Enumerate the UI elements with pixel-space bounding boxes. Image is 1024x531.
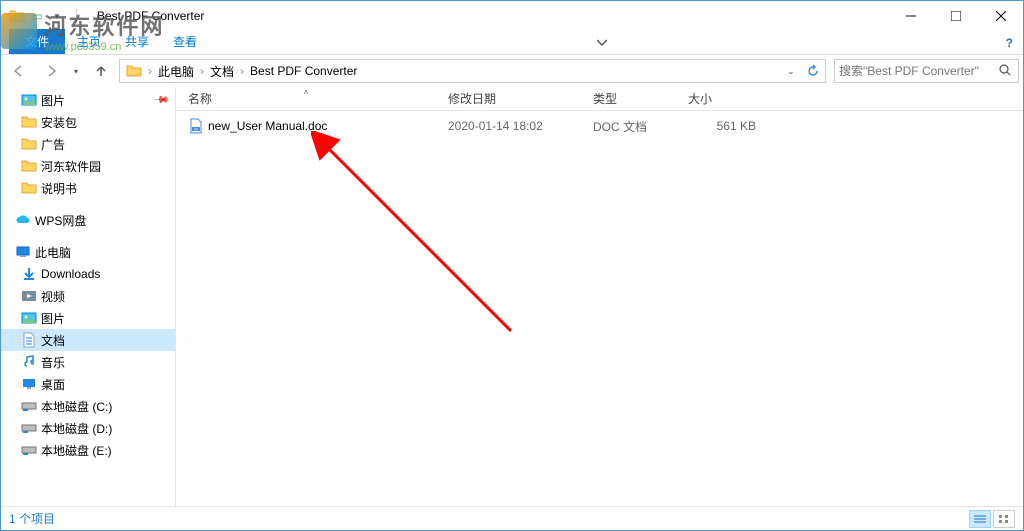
sidebar-item-downloads[interactable]: Downloads [1, 263, 175, 285]
sidebar-item-disk-d[interactable]: 本地磁盘 (D:) [1, 417, 175, 439]
breadcrumb-docs[interactable]: 文档 [206, 60, 238, 82]
documents-icon [21, 332, 37, 348]
folder-icon [21, 180, 37, 196]
sidebar-item-documents[interactable]: 文档 [1, 329, 175, 351]
quick-access-toolbar: ▭ ▼ │ Best PDF Converter [1, 8, 204, 24]
folder-icon [21, 136, 37, 152]
file-row[interactable]: W new_User Manual.doc 2020-01-14 18:02 D… [176, 115, 1023, 137]
doc-file-icon: W [188, 118, 204, 134]
item-count: 1 个项目 [9, 510, 55, 527]
window-controls [888, 1, 1023, 31]
downloads-icon [21, 266, 37, 282]
sort-indicator-icon: ˄ [304, 88, 309, 97]
main-area: 图片 📌 安装包 广告 河东软件园 说明书 WPS网盘 此电脑 [1, 87, 1023, 506]
search-input[interactable] [839, 64, 998, 78]
sidebar-item-pics2[interactable]: 图片 [1, 307, 175, 329]
pictures-icon [21, 92, 37, 108]
file-list[interactable]: W new_User Manual.doc 2020-01-14 18:02 D… [176, 111, 1023, 506]
sidebar-item-thispc[interactable]: 此电脑 [1, 241, 175, 263]
cloud-icon [15, 212, 31, 228]
status-bar: 1 个项目 [1, 506, 1023, 530]
navigation-bar: ▾ › 此电脑 › 文档 › Best PDF Converter ⌄ [1, 55, 1023, 87]
file-list-pane: 名称 ˄ 修改日期 类型 大小 W new_User Manual.doc 20… [176, 87, 1023, 506]
folder-icon [21, 158, 37, 174]
ribbon-tabs: 文件 主页 共享 查看 ? [1, 31, 1023, 55]
file-date: 2020-01-14 18:02 [436, 119, 581, 133]
chevron-right-icon[interactable]: › [146, 64, 154, 78]
svg-text:W: W [194, 127, 198, 132]
file-name: new_User Manual.doc [208, 119, 327, 133]
address-bar[interactable]: › 此电脑 › 文档 › Best PDF Converter ⌄ [119, 59, 826, 83]
pictures-icon [21, 310, 37, 326]
back-button[interactable] [5, 59, 33, 83]
close-button[interactable] [978, 1, 1023, 31]
sidebar-item-disk-c[interactable]: 本地磁盘 (C:) [1, 395, 175, 417]
tab-file[interactable]: 文件 [9, 29, 65, 54]
details-view-button[interactable] [969, 510, 991, 528]
sidebar-item-hedong[interactable]: 河东软件园 [1, 155, 175, 177]
recent-dropdown-icon[interactable]: ▾ [69, 59, 83, 83]
separator: │ [69, 8, 85, 24]
sidebar-item-videos[interactable]: 视频 [1, 285, 175, 307]
column-type[interactable]: 类型 [581, 90, 676, 107]
column-date[interactable]: 修改日期 [436, 90, 581, 107]
help-button[interactable]: ? [996, 32, 1023, 54]
disk-icon [21, 398, 37, 414]
tab-view[interactable]: 查看 [161, 29, 209, 54]
disk-icon [21, 442, 37, 458]
videos-icon [21, 288, 37, 304]
address-dropdown-icon[interactable]: ⌄ [781, 61, 801, 81]
chevron-right-icon[interactable]: › [198, 64, 206, 78]
sidebar-item-desktop[interactable]: 桌面 [1, 373, 175, 395]
qat-dropdown-icon[interactable]: ▼ [49, 8, 65, 24]
properties-icon[interactable]: ▭ [29, 8, 45, 24]
tab-share[interactable]: 共享 [113, 29, 161, 54]
window-title: Best PDF Converter [97, 9, 204, 23]
breadcrumb-folder[interactable]: Best PDF Converter [246, 60, 361, 82]
sidebar-item-wps[interactable]: WPS网盘 [1, 209, 175, 231]
ribbon-expand-button[interactable] [587, 32, 617, 54]
sidebar-item-music[interactable]: 音乐 [1, 351, 175, 373]
navigation-pane[interactable]: 图片 📌 安装包 广告 河东软件园 说明书 WPS网盘 此电脑 [1, 87, 176, 506]
column-headers: 名称 ˄ 修改日期 类型 大小 [176, 87, 1023, 111]
up-button[interactable] [87, 59, 115, 83]
computer-icon [15, 244, 31, 260]
file-size: 561 KB [676, 119, 776, 133]
desktop-icon [21, 376, 37, 392]
breadcrumb-pc[interactable]: 此电脑 [154, 60, 198, 82]
column-size[interactable]: 大小 [676, 90, 776, 107]
search-icon[interactable] [998, 63, 1014, 80]
forward-button[interactable] [37, 59, 65, 83]
title-bar: ▭ ▼ │ Best PDF Converter [1, 1, 1023, 31]
breadcrumb-root-icon[interactable] [122, 60, 146, 82]
column-name[interactable]: 名称 ˄ [176, 90, 436, 107]
pin-icon: 📌 [152, 92, 169, 109]
sidebar-item-install[interactable]: 安装包 [1, 111, 175, 133]
icons-view-button[interactable] [993, 510, 1015, 528]
view-toggle-group [969, 510, 1015, 528]
folder-icon [21, 114, 37, 130]
music-icon [21, 354, 37, 370]
tab-home[interactable]: 主页 [65, 29, 113, 54]
disk-icon [21, 420, 37, 436]
sidebar-item-disk-e[interactable]: 本地磁盘 (E:) [1, 439, 175, 461]
maximize-button[interactable] [933, 1, 978, 31]
folder-icon [9, 8, 25, 24]
sidebar-item-manual[interactable]: 说明书 [1, 177, 175, 199]
file-type: DOC 文档 [581, 118, 676, 135]
minimize-button[interactable] [888, 1, 933, 31]
sidebar-item-pictures[interactable]: 图片 📌 [1, 89, 175, 111]
search-box[interactable] [834, 59, 1019, 83]
chevron-right-icon[interactable]: › [238, 64, 246, 78]
refresh-button[interactable] [803, 61, 823, 81]
sidebar-item-ads[interactable]: 广告 [1, 133, 175, 155]
